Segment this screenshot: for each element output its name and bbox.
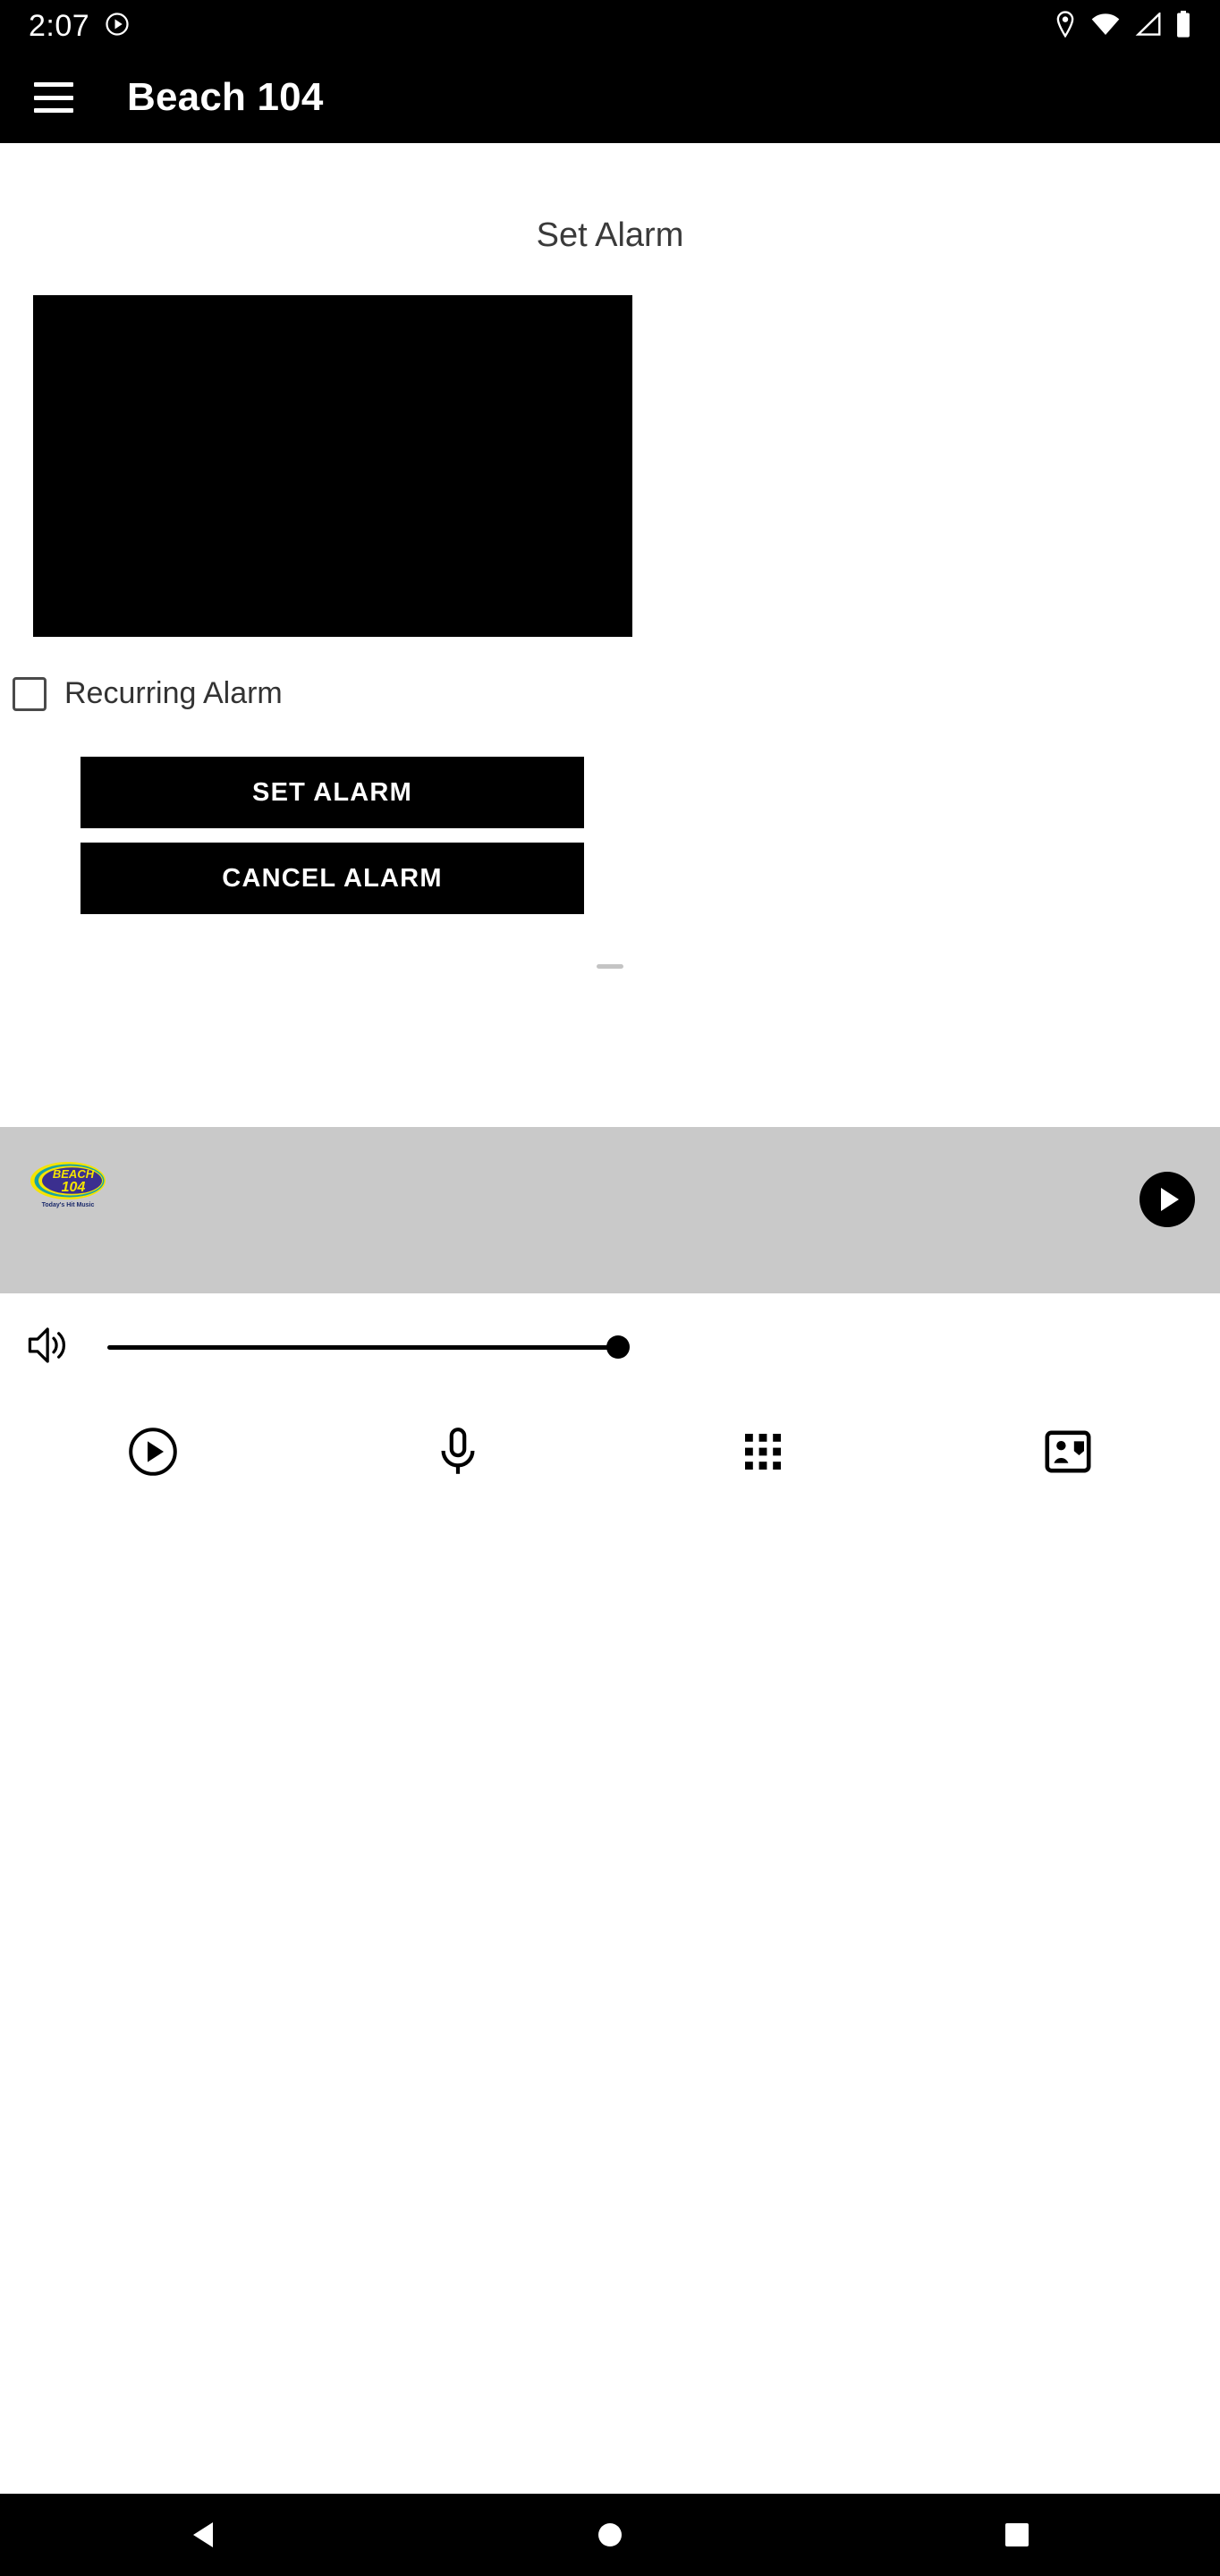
nav-home-button[interactable]: [556, 2494, 664, 2576]
mini-player-panel: BEACH 104 Today's Hit Music: [0, 1127, 1220, 1293]
status-bar-left: 2:07: [29, 11, 131, 42]
status-bar-right: [1054, 10, 1191, 42]
app-screen: 2:07 Beach 104 Set Alarm Recurring Alarm…: [0, 0, 1220, 2576]
section-title: Set Alarm: [536, 216, 684, 254]
status-bar: 2:07: [0, 0, 1220, 52]
volume-slider-thumb[interactable]: [606, 1335, 630, 1359]
battery-icon: [1175, 10, 1191, 42]
contact-card-icon: [1044, 1429, 1091, 1478]
home-circle-icon: [597, 2523, 622, 2546]
toolbar-play-button[interactable]: [0, 1427, 305, 1481]
set-alarm-button[interactable]: SET ALARM: [80, 757, 584, 828]
toolbar-grid-button[interactable]: [610, 1430, 915, 1478]
main-content: Set Alarm Recurring Alarm SET ALARM CANC…: [0, 143, 1220, 1789]
hamburger-menu-icon[interactable]: [34, 82, 73, 113]
play-circle-icon: [104, 11, 131, 42]
svg-text:BEACH: BEACH: [53, 1167, 95, 1181]
cell-signal-icon: [1134, 11, 1161, 40]
svg-text:104: 104: [62, 1180, 86, 1195]
bottom-toolbar: [0, 1401, 1220, 1506]
app-bar: Beach 104: [0, 52, 1220, 143]
play-icon: [128, 1427, 178, 1481]
hamburger-line: [34, 82, 73, 87]
nav-back-button[interactable]: [149, 2494, 257, 2576]
grid-apps-icon: [741, 1430, 784, 1478]
hamburger-line: [34, 108, 73, 113]
volume-control-row: [0, 1293, 1220, 1401]
nav-recents-button[interactable]: [963, 2494, 1071, 2576]
toolbar-contact-button[interactable]: [915, 1429, 1220, 1478]
android-nav-bar: [0, 2494, 1220, 2576]
back-triangle-icon: [193, 2522, 214, 2547]
status-bar-clock: 2:07: [29, 9, 90, 43]
recurring-alarm-row[interactable]: Recurring Alarm: [13, 676, 283, 711]
play-icon: [1161, 1188, 1179, 1211]
recurring-alarm-label: Recurring Alarm: [64, 676, 283, 710]
toolbar-microphone-button[interactable]: [305, 1427, 610, 1481]
volume-slider[interactable]: [107, 1329, 630, 1365]
volume-slider-track: [107, 1344, 626, 1350]
time-picker-area[interactable]: [33, 295, 632, 637]
hamburger-line: [34, 95, 73, 100]
svg-text:Today's Hit Music: Today's Hit Music: [42, 1202, 95, 1208]
recurring-alarm-checkbox[interactable]: [13, 676, 47, 711]
speaker-volume-icon[interactable]: [25, 1324, 72, 1371]
microphone-icon: [435, 1427, 481, 1481]
recents-square-icon: [1004, 2523, 1029, 2546]
bottom-sheet-drag-handle[interactable]: [597, 964, 623, 969]
station-logo: BEACH 104 Today's Hit Music: [30, 1159, 106, 1211]
location-pin-icon: [1054, 10, 1077, 42]
cancel-alarm-button[interactable]: CANCEL ALARM: [80, 843, 584, 914]
page-title: Beach 104: [127, 75, 324, 119]
player-play-button[interactable]: [1140, 1172, 1195, 1227]
wifi-icon: [1091, 13, 1120, 40]
